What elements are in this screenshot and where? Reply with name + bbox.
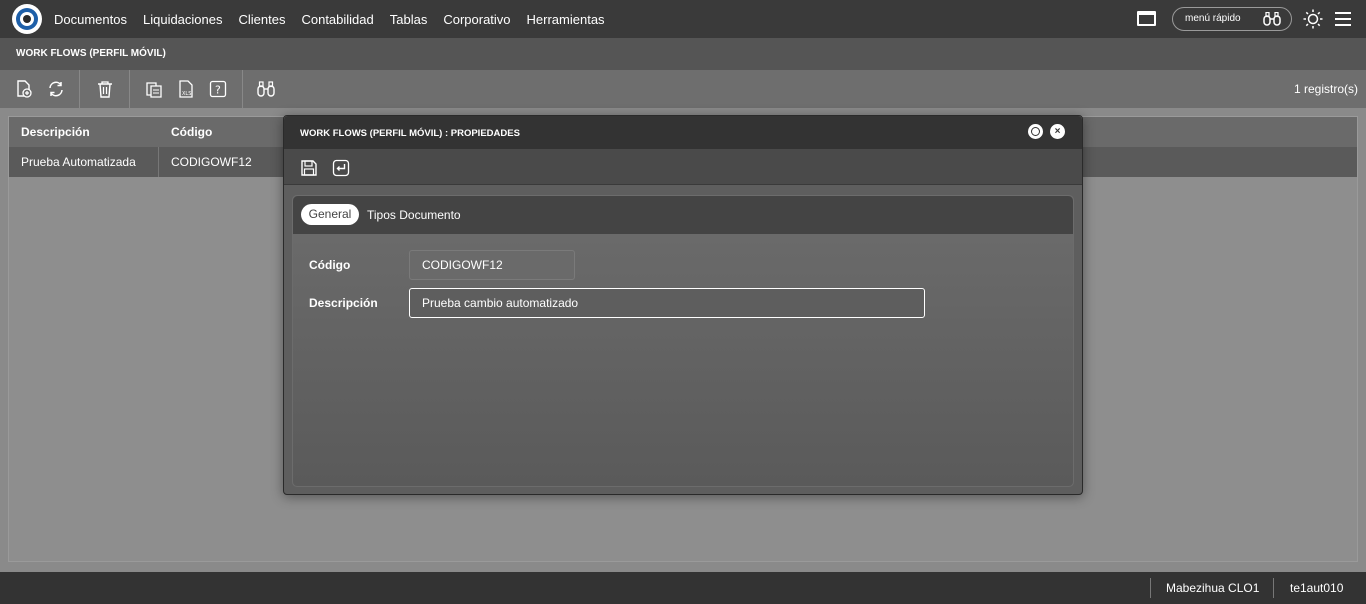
help-icon[interactable]: ?	[209, 80, 227, 98]
dialog-toolbar	[284, 149, 1082, 185]
svg-text:XLS: XLS	[182, 91, 191, 97]
record-count: 1 registro(s)	[1293, 82, 1358, 96]
toolbar-divider	[242, 70, 243, 108]
tab-general[interactable]: General	[301, 204, 359, 225]
main-toolbar: XLS ? 1 registro(s)	[0, 70, 1366, 108]
tab-tipos-documento[interactable]: Tipos Documento	[367, 208, 461, 222]
menu-icon[interactable]	[1335, 12, 1351, 26]
description-label: Descripción	[309, 296, 378, 310]
column-header-descripcion[interactable]: Descripción	[21, 125, 90, 139]
cell-codigo: CODIGOWF12	[171, 155, 252, 169]
code-label: Código	[309, 258, 351, 272]
description-field[interactable]: Prueba cambio automatizado	[409, 288, 925, 318]
menu-contabilidad[interactable]: Contabilidad	[301, 12, 373, 27]
close-icon[interactable]: ×	[1050, 124, 1065, 139]
page-header: WORK FLOWS (PERFIL MÓVIL)	[0, 38, 1366, 70]
column-header-codigo[interactable]: Código	[171, 125, 212, 139]
app-logo-icon[interactable]	[12, 4, 42, 34]
menu-documentos[interactable]: Documentos	[54, 12, 127, 27]
quick-menu-label: menú rápido	[1185, 13, 1241, 24]
general-form: Código CODIGOWF12 Descripción Prueba cam…	[293, 234, 1073, 486]
refresh-icon[interactable]	[47, 80, 65, 98]
status-divider	[1150, 578, 1151, 598]
menu-liquidaciones[interactable]: Liquidaciones	[143, 12, 223, 27]
export-xls-icon[interactable]: XLS	[177, 80, 195, 98]
menu-corporativo[interactable]: Corporativo	[443, 12, 510, 27]
dialog-title: WORK FLOWS (PERFIL MÓVIL) : PROPIEDADES	[300, 128, 520, 139]
main-menu: Documentos Liquidaciones Clientes Contab…	[54, 0, 605, 38]
copy-icon[interactable]	[145, 80, 163, 98]
menu-herramientas[interactable]: Herramientas	[527, 12, 605, 27]
menu-tablas[interactable]: Tablas	[390, 12, 428, 27]
dialog-header[interactable]: WORK FLOWS (PERFIL MÓVIL) : PROPIEDADES …	[284, 116, 1082, 149]
top-navigation-bar: Documentos Liquidaciones Clientes Contab…	[0, 0, 1366, 38]
properties-dialog: WORK FLOWS (PERFIL MÓVIL) : PROPIEDADES …	[283, 115, 1083, 495]
delete-icon[interactable]	[96, 80, 114, 98]
status-bar: Mabezihua CLO1 te1aut010	[0, 572, 1366, 604]
window-icon[interactable]	[1137, 11, 1156, 26]
current-user[interactable]: Mabezihua CLO1	[1166, 581, 1259, 595]
dialog-tabs: General Tipos Documento	[293, 196, 1073, 234]
cell-descripcion: Prueba Automatizada	[21, 155, 136, 169]
quick-menu-button[interactable]: menú rápido	[1172, 7, 1292, 31]
environment-name[interactable]: te1aut010	[1290, 581, 1343, 595]
page-title: WORK FLOWS (PERFIL MÓVIL)	[16, 48, 166, 59]
toolbar-divider	[129, 70, 130, 108]
sun-icon[interactable]	[1303, 9, 1323, 29]
code-field[interactable]: CODIGOWF12	[409, 250, 575, 280]
restore-icon[interactable]	[1028, 124, 1043, 139]
return-icon[interactable]	[332, 159, 350, 177]
toolbar-divider	[79, 70, 80, 108]
menu-clientes[interactable]: Clientes	[239, 12, 286, 27]
cell-divider	[158, 147, 159, 177]
dialog-panel: General Tipos Documento Código CODIGOWF1…	[292, 195, 1074, 487]
search-binoculars-icon[interactable]	[257, 80, 275, 98]
status-divider	[1273, 578, 1274, 598]
save-icon[interactable]	[300, 159, 318, 177]
new-document-icon[interactable]	[15, 80, 33, 98]
svg-text:?: ?	[215, 84, 221, 97]
binoculars-icon	[1263, 12, 1281, 26]
